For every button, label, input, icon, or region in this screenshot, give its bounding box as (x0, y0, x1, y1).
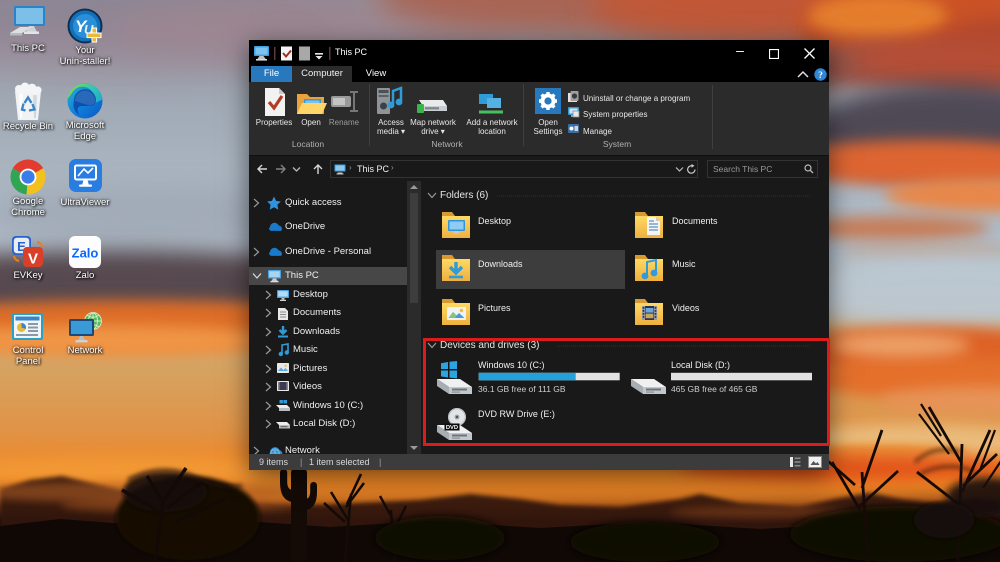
svg-text:?: ? (818, 71, 823, 81)
svg-text:V: V (28, 251, 38, 268)
svg-text:Zalo: Zalo (72, 246, 99, 261)
